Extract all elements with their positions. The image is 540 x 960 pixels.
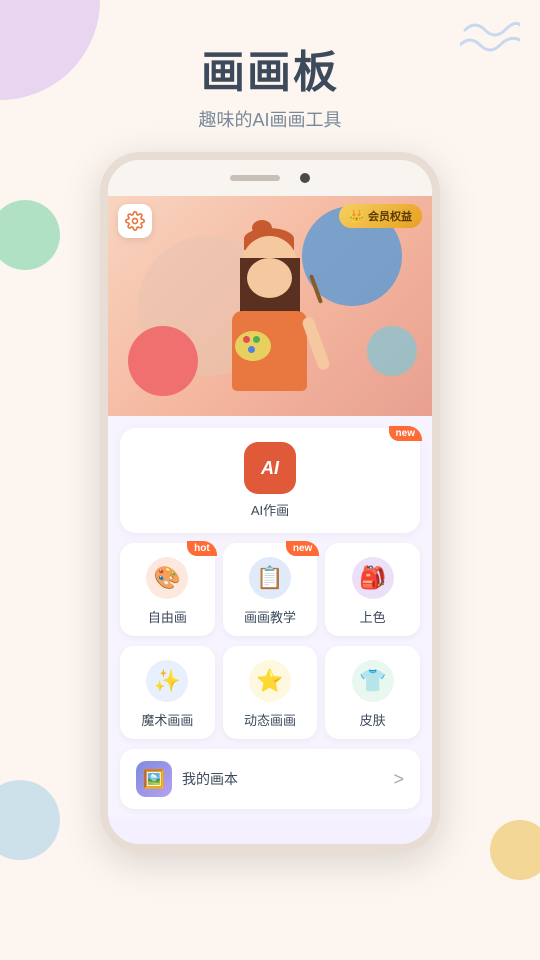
phone-top-bar xyxy=(108,160,432,196)
sketchbook-label: 我的画本 xyxy=(182,769,238,789)
app-banner: 👑 会员权益 xyxy=(108,196,432,416)
free-draw-card[interactable]: hot 🎨 自由画 xyxy=(120,543,215,636)
magic-paint-label: 魔术画画 xyxy=(141,710,193,729)
phone-speaker xyxy=(230,175,280,181)
vip-badge[interactable]: 👑 会员权益 xyxy=(339,204,422,228)
sketchbook-left: 🖼️ 我的画本 xyxy=(136,761,238,797)
vip-label: 会员权益 xyxy=(368,208,412,224)
content-area: new AI AI作画 hot 🎨 自由画 new 📋 xyxy=(108,416,432,817)
phone-camera xyxy=(300,173,310,183)
feature-grid-row1: hot 🎨 自由画 new 📋 画画教学 🎒 上色 xyxy=(120,543,420,636)
char-face xyxy=(247,258,292,298)
ai-paint-label: AI作画 xyxy=(251,500,289,519)
hot-badge-free-draw: hot xyxy=(187,541,217,556)
skin-label: 皮肤 xyxy=(360,710,386,729)
banner-decor-circle-2 xyxy=(128,326,198,396)
free-draw-label: 自由画 xyxy=(148,607,187,626)
skin-card[interactable]: 👕 皮肤 xyxy=(325,646,420,739)
banner-decor-circle-3 xyxy=(367,326,417,376)
tutorial-label: 画画教学 xyxy=(244,607,296,626)
chevron-right-icon: > xyxy=(393,769,404,790)
phone-screen: 👑 会员权益 new AI AI作画 hot xyxy=(108,196,432,844)
dynamic-paint-icon: ⭐ xyxy=(249,660,291,702)
tutorial-icon: 📋 xyxy=(249,557,291,599)
phone-mockup: 👑 会员权益 new AI AI作画 hot xyxy=(0,152,540,852)
settings-button[interactable] xyxy=(118,204,152,238)
phone-frame: 👑 会员权益 new AI AI作画 hot xyxy=(100,152,440,852)
skin-icon: 👕 xyxy=(352,660,394,702)
ai-paint-card[interactable]: new AI AI作画 xyxy=(120,428,420,533)
free-draw-icon: 🎨 xyxy=(146,557,188,599)
app-title: 画画板 xyxy=(0,36,540,100)
char-brush xyxy=(309,274,323,304)
dynamic-paint-label: 动态画画 xyxy=(244,710,296,729)
character-illustration xyxy=(200,216,340,416)
char-palette xyxy=(235,331,271,361)
new-badge-ai: new xyxy=(389,426,422,441)
ai-paint-icon-container: AI xyxy=(244,442,296,494)
app-header: 画画板 趣味的AI画画工具 xyxy=(0,0,540,142)
ai-icon: AI xyxy=(261,458,279,479)
palette-dot-green xyxy=(253,336,260,343)
sketchbook-icon: 🖼️ xyxy=(136,761,172,797)
new-badge-tutorial: new xyxy=(286,541,319,556)
tutorial-card[interactable]: new 📋 画画教学 xyxy=(223,543,318,636)
coloring-icon: 🎒 xyxy=(352,557,394,599)
dynamic-paint-card[interactable]: ⭐ 动态画画 xyxy=(223,646,318,739)
palette-dot-red xyxy=(243,336,250,343)
magic-paint-icon: ✨ xyxy=(146,660,188,702)
palette-dot-blue xyxy=(248,346,255,353)
feature-grid-row2: ✨ 魔术画画 ⭐ 动态画画 👕 皮肤 xyxy=(120,646,420,739)
magic-paint-card[interactable]: ✨ 魔术画画 xyxy=(120,646,215,739)
gear-icon xyxy=(125,211,145,231)
coloring-card[interactable]: 🎒 上色 xyxy=(325,543,420,636)
sketchbook-bar[interactable]: 🖼️ 我的画本 > xyxy=(120,749,420,809)
app-subtitle: 趣味的AI画画工具 xyxy=(0,106,540,132)
crown-icon: 👑 xyxy=(349,209,364,223)
coloring-label: 上色 xyxy=(360,607,386,626)
